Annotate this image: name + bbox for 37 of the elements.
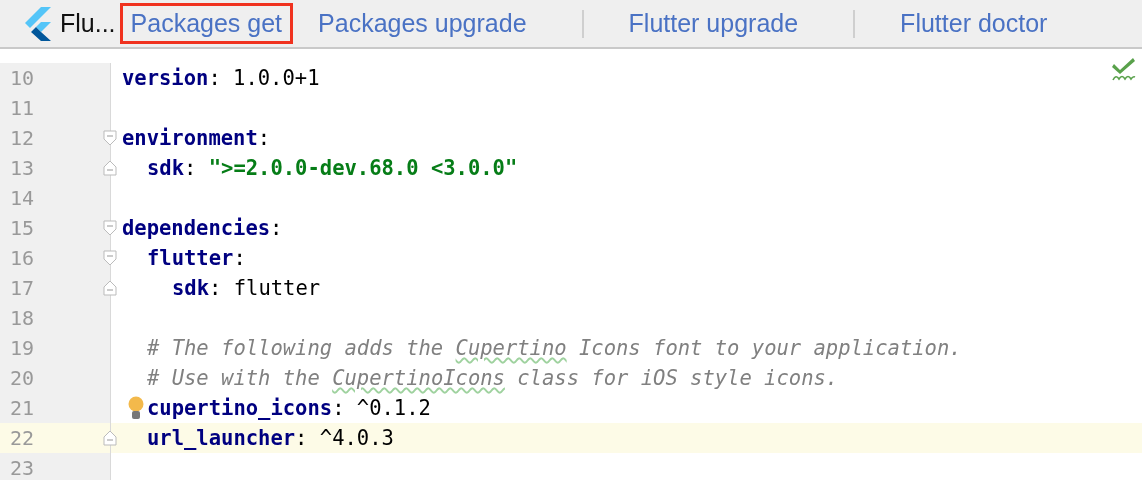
line-number: 10 bbox=[9, 66, 35, 90]
code-line: environment: bbox=[122, 126, 271, 150]
line-number: 19 bbox=[9, 336, 35, 360]
line-number: 11 bbox=[9, 96, 35, 120]
fold-icon[interactable] bbox=[103, 430, 117, 446]
code-line: dependencies: bbox=[122, 216, 283, 240]
line-number: 23 bbox=[9, 456, 35, 480]
line-number: 12 bbox=[9, 126, 35, 150]
fold-icon[interactable] bbox=[103, 250, 117, 266]
line-number: 13 bbox=[9, 156, 35, 180]
line-number: 17 bbox=[9, 276, 35, 300]
flutter-logo-icon bbox=[24, 6, 52, 41]
line-number: 15 bbox=[9, 216, 35, 240]
line-number: 16 bbox=[9, 246, 35, 270]
code-line: cupertino_icons: ^0.1.2 bbox=[147, 396, 431, 420]
code-line: sdk: flutter bbox=[172, 276, 321, 300]
fold-icon[interactable] bbox=[103, 220, 117, 236]
code-line: sdk: ">=2.0.0-dev.68.0 <3.0.0" bbox=[147, 156, 518, 180]
toolbar-link[interactable]: Flutter doctor bbox=[889, 3, 1059, 44]
line-number: 22 bbox=[9, 426, 35, 450]
tool-window-title: Flu... bbox=[60, 9, 116, 38]
toolbar-link[interactable]: Packages upgrade bbox=[307, 3, 538, 44]
code-line: # Use with the CupertinoIcons class for iOS style icons. bbox=[147, 366, 839, 390]
line-number: 14 bbox=[9, 186, 35, 210]
code-line: flutter: bbox=[147, 246, 246, 270]
toolbar-link[interactable]: Flutter upgrade bbox=[617, 3, 810, 44]
fold-icon[interactable] bbox=[103, 280, 117, 296]
toolbar-link[interactable]: Packages get bbox=[119, 3, 294, 44]
code-line: # The following adds the Cupertino Icons font to your application. bbox=[147, 336, 962, 360]
line-number: 18 bbox=[9, 306, 35, 330]
code-line: version: 1.0.0+1 bbox=[122, 66, 320, 90]
fold-icon[interactable] bbox=[103, 160, 117, 176]
line-number: 21 bbox=[9, 396, 35, 420]
line-number: 20 bbox=[9, 366, 35, 390]
fold-icon[interactable] bbox=[103, 130, 117, 146]
lightbulb-icon[interactable] bbox=[128, 396, 144, 420]
code-line: url_launcher: ^4.0.3 bbox=[147, 426, 394, 450]
